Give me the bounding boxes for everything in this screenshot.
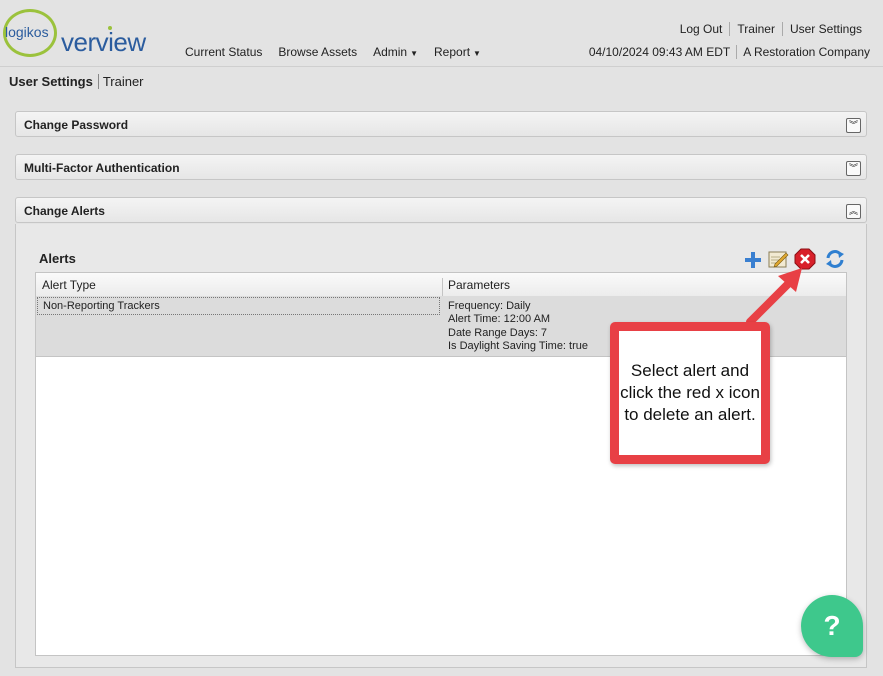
cell-parameters: Frequency: Daily Alert Time: 12:00 AM Da…: [448, 300, 588, 353]
datetime: 04/10/2024 09:43 AM EDT: [588, 45, 731, 59]
breadcrumb-user: Trainer: [102, 74, 144, 89]
callout-box: Select alert and click the red x icon to…: [610, 322, 770, 464]
logo-dot: [108, 26, 112, 30]
callout-text: Select alert and click the red x icon to…: [619, 331, 761, 455]
expand-icon[interactable]: ︾: [846, 161, 861, 176]
expand-icon[interactable]: ︾: [846, 118, 861, 133]
cell-alert-type: Non-Reporting Trackers: [37, 297, 440, 315]
column-header-parameters[interactable]: Parameters: [448, 278, 510, 292]
app-header: logikos verview Current Status Browse As…: [0, 0, 883, 67]
panel-change-alerts[interactable]: Change Alerts ︽: [15, 197, 867, 223]
param-line: Frequency: Daily: [448, 300, 531, 312]
user-link[interactable]: Trainer: [729, 22, 782, 36]
delete-icon[interactable]: [794, 248, 816, 270]
panel-mfa[interactable]: Multi-Factor Authentication ︾: [15, 154, 867, 180]
panel-title: Change Password: [24, 118, 129, 132]
top-links: Log Out Trainer User Settings: [673, 22, 869, 36]
table-header: Alert Type Parameters: [36, 273, 846, 301]
collapse-icon[interactable]: ︽: [846, 204, 861, 219]
logout-link[interactable]: Log Out: [673, 22, 730, 36]
nav-admin[interactable]: Admin ▼: [373, 45, 418, 59]
param-line: Alert Time: 12:00 AM: [448, 313, 551, 326]
logo-small-text: logikos: [5, 24, 49, 40]
nav-current-status[interactable]: Current Status: [185, 45, 262, 59]
breadcrumb: User Settings Trainer: [9, 74, 144, 89]
panel-title: Multi-Factor Authentication: [24, 161, 180, 175]
column-header-alert-type[interactable]: Alert Type: [42, 278, 96, 292]
user-settings-link[interactable]: User Settings: [781, 22, 869, 36]
panel-change-password[interactable]: Change Password ︾: [15, 111, 867, 137]
nav-report-label: Report: [434, 45, 471, 59]
refresh-icon[interactable]: [824, 248, 846, 270]
company-name: A Restoration Company: [736, 45, 876, 59]
main-nav: Current Status Browse Assets Admin ▼ Repo…: [185, 45, 481, 59]
nav-report[interactable]: Report ▼: [434, 45, 481, 59]
nav-admin-label: Admin: [373, 45, 408, 59]
logo[interactable]: logikos verview: [3, 7, 163, 63]
page-title: User Settings: [9, 74, 93, 89]
panel-title: Change Alerts: [24, 204, 105, 218]
param-line: Is Daylight Saving Time: true: [448, 339, 589, 352]
add-icon[interactable]: [742, 248, 764, 270]
logo-big-text: verview: [61, 27, 146, 57]
param-line: Date Range Days: 7: [448, 326, 548, 339]
edit-icon[interactable]: [767, 248, 789, 270]
nav-browse-assets[interactable]: Browse Assets: [278, 45, 357, 59]
alerts-title: Alerts: [39, 251, 76, 266]
help-button[interactable]: ?: [801, 595, 863, 657]
caret-down-icon: ▼: [410, 49, 419, 58]
info-line: 04/10/2024 09:43 AM EDT A Restoration Co…: [583, 45, 876, 59]
caret-down-icon: ▼: [473, 49, 481, 58]
